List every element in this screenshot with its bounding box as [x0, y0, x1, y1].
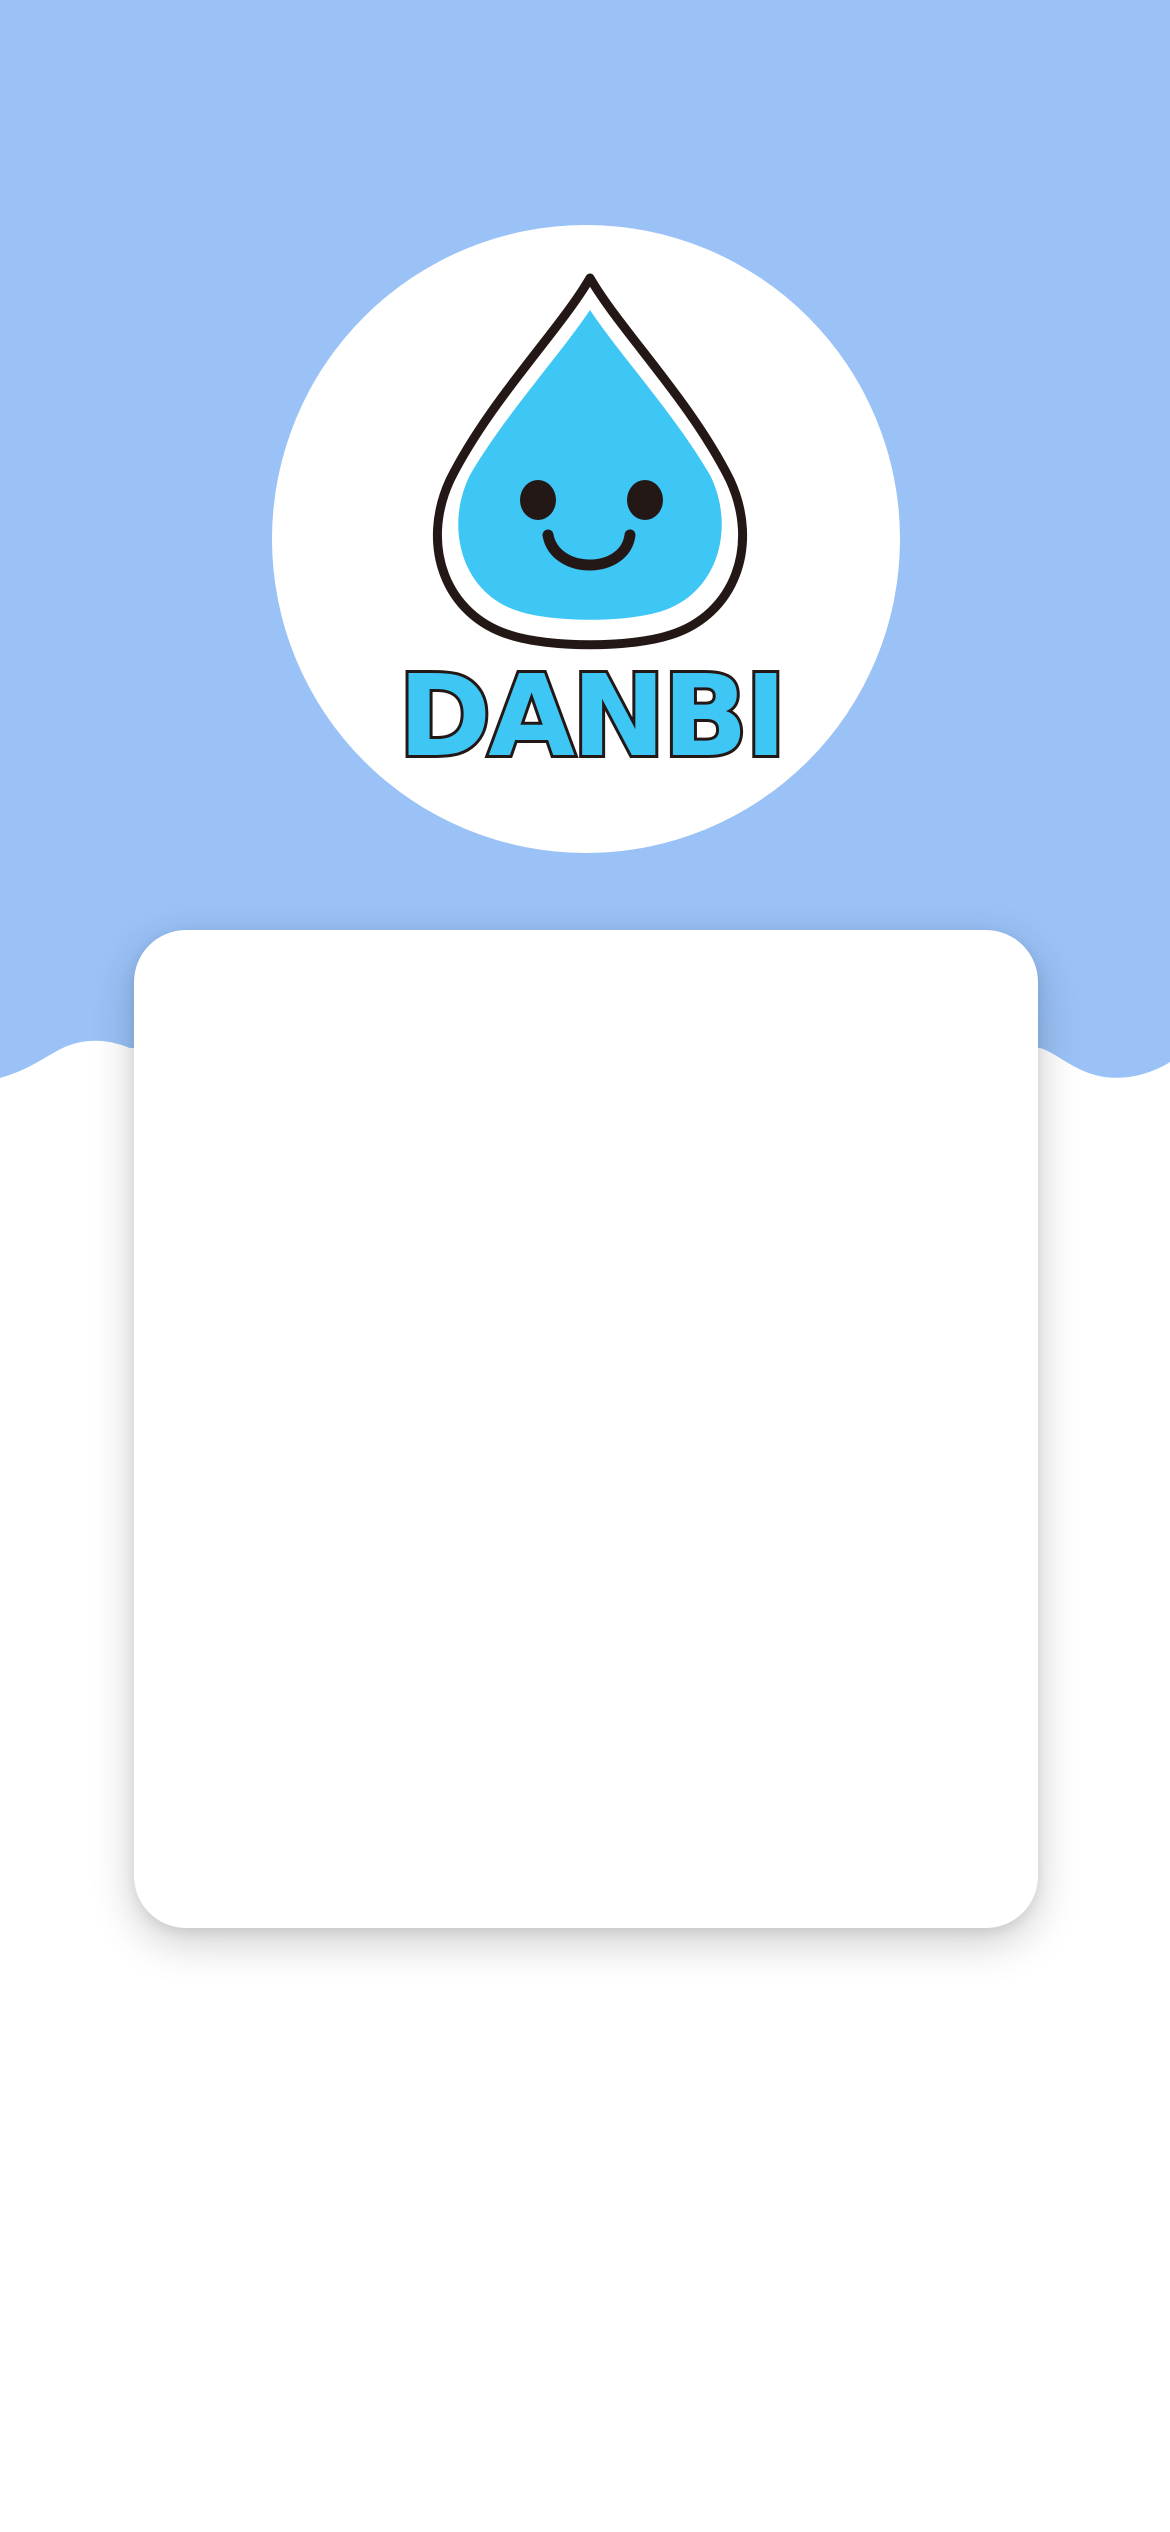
right-eye-icon — [627, 480, 663, 520]
logo-wordmark-text: DANBI — [398, 660, 783, 770]
left-eye-icon — [520, 480, 556, 520]
water-drop-smiley-icon — [432, 273, 748, 650]
logo-wordmark: DANBI — [396, 660, 786, 770]
content-card — [134, 930, 1038, 1928]
splash-screen: DANBI — [0, 0, 1170, 2532]
